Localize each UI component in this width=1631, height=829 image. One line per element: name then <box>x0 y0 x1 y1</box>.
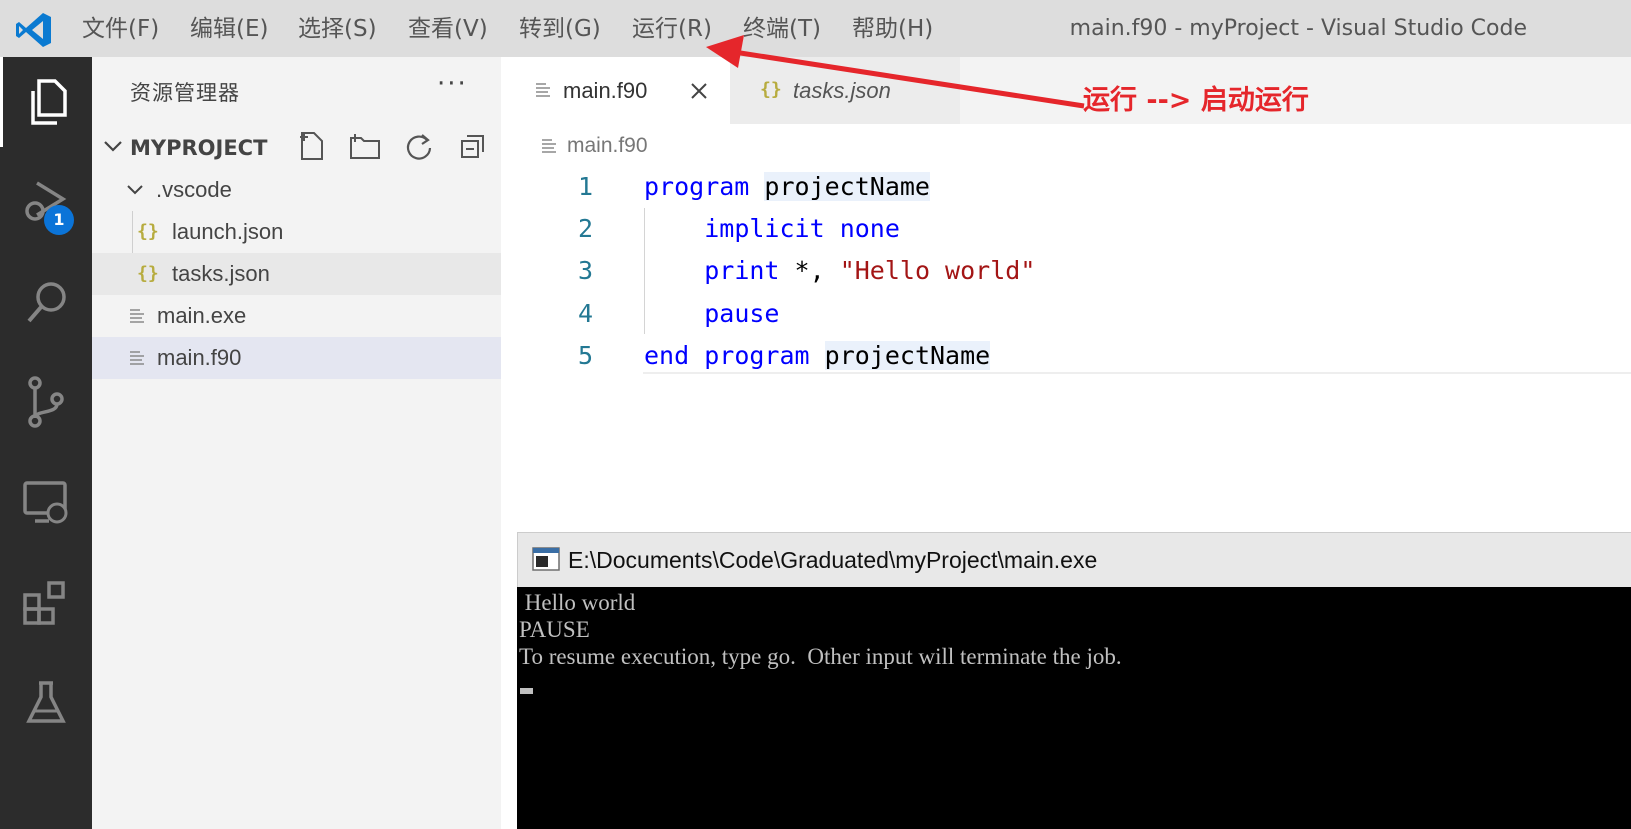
explorer-icon[interactable] <box>0 57 92 147</box>
annotation-label: 运行 --> 启动运行 <box>1083 85 1309 116</box>
console-title: E:\Documents\Code\Graduated\myProject\ma… <box>568 547 1098 573</box>
explorer-title: 资源管理器 <box>130 81 240 105</box>
code-text: pause <box>644 293 779 335</box>
current-line-highlight <box>643 372 1631 374</box>
code-token: none <box>839 214 900 243</box>
source-control-icon[interactable] <box>0 357 92 447</box>
tab-main-f90[interactable]: main.f90 <box>501 57 730 124</box>
extensions-icon[interactable] <box>0 557 92 647</box>
code-token: program <box>644 172 750 201</box>
code-token: projectName <box>764 172 930 201</box>
breadcrumb-label: main.f90 <box>567 134 648 157</box>
tree-file-tasks-json[interactable]: {} tasks.json <box>92 253 501 295</box>
vscode-logo-icon[interactable] <box>14 10 54 50</box>
chevron-down-icon <box>104 141 122 152</box>
menu-edit[interactable]: 编辑(E) <box>190 13 268 45</box>
code-token: "Hello world" <box>839 256 1036 285</box>
console-title-bar[interactable]: E:\Documents\Code\Graduated\myProject\ma… <box>517 532 1631 588</box>
file-icon <box>542 139 556 154</box>
collapse-all-icon[interactable] <box>456 129 490 163</box>
file-icon <box>536 83 550 97</box>
code-text: print *, "Hello world" <box>644 250 1035 292</box>
console-line: PAUSE <box>519 617 590 642</box>
line-number: 4 <box>577 299 593 328</box>
console-line: Hello world <box>519 590 636 615</box>
search-icon[interactable] <box>0 257 92 347</box>
menu-file[interactable]: 文件(F) <box>82 13 159 45</box>
tree-item-label: main.exe <box>157 303 247 328</box>
breadcrumb[interactable]: main.f90 <box>541 130 648 162</box>
code-token: program <box>704 341 810 370</box>
code-line[interactable]: 1 program projectName <box>501 166 1631 208</box>
explorer-sidebar: 资源管理器 ··· MYPROJECT .vscode {} launch.js… <box>92 57 501 829</box>
tree-item-label: tasks.json <box>172 261 270 286</box>
code-token: projectName <box>824 341 991 370</box>
remote-explorer-icon[interactable] <box>0 457 92 547</box>
tree-folder-vscode[interactable]: .vscode <box>92 169 501 211</box>
line-number: 2 <box>577 214 593 243</box>
tree-file-launch-json[interactable]: {} launch.json <box>92 211 501 253</box>
annotation-arrow <box>706 35 1085 109</box>
refresh-icon[interactable] <box>402 129 436 163</box>
run-debug-icon[interactable] <box>0 157 92 247</box>
console-line: To resume execution, type go. Other inpu… <box>519 644 1122 669</box>
code-line[interactable]: 4 pause <box>501 293 1631 335</box>
menu-view[interactable]: 查看(V) <box>408 13 488 45</box>
code-token: *, <box>779 256 840 285</box>
menu-selection[interactable]: 选择(S) <box>298 13 377 45</box>
tree-item-label: .vscode <box>156 177 232 202</box>
new-folder-icon[interactable] <box>348 129 382 163</box>
code-text: end program projectName <box>644 335 991 377</box>
debug-badge: 1 <box>44 205 74 235</box>
console-output[interactable]: Hello world PAUSE To resume execution, t… <box>517 587 1631 829</box>
chevron-down-icon <box>127 185 143 195</box>
json-file-icon: {} <box>137 221 159 242</box>
menu-go[interactable]: 转到(G) <box>519 13 601 45</box>
tree-file-main-exe[interactable]: main.exe <box>92 295 501 337</box>
tree-file-main-f90[interactable]: main.f90 <box>92 337 501 379</box>
project-name: MYPROJECT <box>130 136 268 160</box>
json-file-icon: {} <box>137 263 159 284</box>
indent-guide <box>644 208 645 334</box>
code-token: pause <box>704 299 780 328</box>
file-icon <box>130 309 144 323</box>
window-title: main.f90 - myProject - Visual Studio Cod… <box>1069 16 1527 41</box>
code-token: implicit <box>704 214 825 243</box>
tree-item-label: main.f90 <box>157 345 242 370</box>
text-cursor <box>520 688 533 694</box>
code-line[interactable]: 3 print *, "Hello world" <box>501 250 1631 292</box>
line-number: 3 <box>577 256 593 285</box>
line-number: 5 <box>577 341 593 370</box>
code-token: print <box>704 256 780 285</box>
tree-item-label: launch.json <box>172 219 284 244</box>
more-actions-button[interactable]: ··· <box>437 69 468 99</box>
tab-label: main.f90 <box>563 78 648 103</box>
console-icon <box>532 547 560 571</box>
code-text: implicit none <box>644 208 900 250</box>
code-line[interactable]: 2 implicit none <box>501 208 1631 250</box>
code-token: end <box>644 341 690 370</box>
line-number: 1 <box>577 172 593 201</box>
code-line[interactable]: 5 end program projectName <box>501 335 1631 377</box>
new-file-icon[interactable] <box>295 129 329 163</box>
testing-icon[interactable] <box>0 657 92 747</box>
activity-bar <box>0 57 92 829</box>
file-icon <box>130 351 144 365</box>
code-text: program projectName <box>644 166 930 208</box>
